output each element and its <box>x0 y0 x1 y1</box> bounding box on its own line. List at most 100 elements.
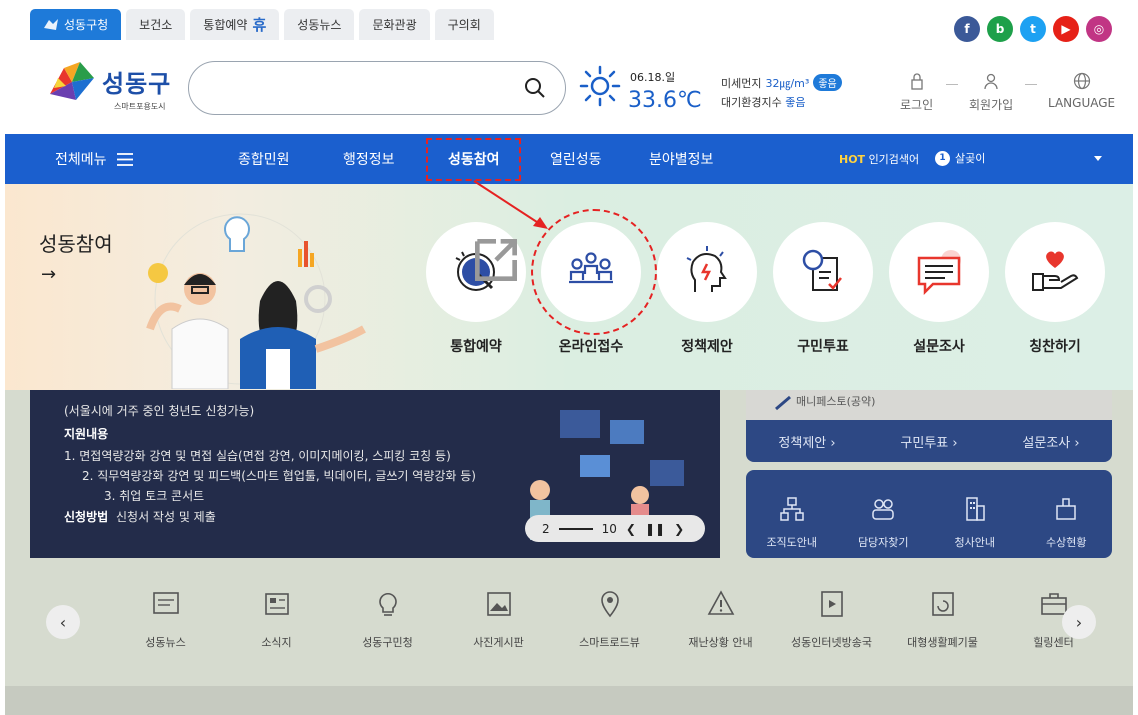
tile-org-chart[interactable]: 조직도안내 <box>746 470 838 558</box>
newsletter-icon <box>264 593 289 615</box>
link-survey[interactable]: 설문조사 › <box>990 432 1112 451</box>
banner-text: 3. 취업 토크 콘서트 <box>104 489 205 503</box>
quick-label: 재난상황 안내 <box>688 636 753 649</box>
login-link[interactable]: 로그인 <box>900 72 933 113</box>
tab-integrated-reservation[interactable]: 통합예약 휴 <box>190 9 280 40</box>
menu-icon-circle <box>657 222 757 322</box>
globe-icon <box>1073 72 1090 90</box>
quick-large-waste[interactable]: 대형생활폐기물 <box>887 588 998 650</box>
youtube-icon[interactable]: ▶ <box>1053 16 1079 42</box>
next-icon[interactable]: ❯ <box>674 522 684 536</box>
language-link[interactable]: LANGUAGE <box>1048 72 1115 110</box>
menu-icon-circle <box>426 222 526 322</box>
pager-progress <box>558 527 593 530</box>
quick-next-button[interactable]: › <box>1062 605 1096 639</box>
main-nav: 전체메뉴 종합민원 행정정보 성동참여 열린성동 분야별정보 HOT 인기검색어… <box>5 134 1133 184</box>
banner-heading: 신청방법 <box>64 510 109 524</box>
social-links: f b t ▶ ◎ <box>954 16 1112 42</box>
blog-icon[interactable]: b <box>987 16 1013 42</box>
chevron-right-icon: › <box>1075 612 1083 632</box>
tile-building-info[interactable]: 청사안내 <box>929 470 1021 558</box>
banner-pager: 2 10 ❮ ❚❚ ❯ <box>525 515 705 542</box>
quick-resident-hall[interactable]: 성동구민청 <box>332 588 443 650</box>
pager-total: 10 <box>601 521 617 536</box>
menu-icon-circle <box>1005 222 1105 322</box>
prev-icon[interactable]: ❮ <box>626 522 636 536</box>
tab-news[interactable]: 성동뉴스 <box>284 9 355 40</box>
menu-policy-proposal[interactable]: 정책제안 <box>657 222 757 356</box>
menu-survey[interactable]: 설문조사 <box>889 222 989 356</box>
tile-label: 청사안내 <box>954 536 995 549</box>
tab-label: 문화관광 <box>372 18 417 32</box>
quick-label: 소식지 <box>261 636 292 649</box>
pause-icon[interactable]: ❚❚ <box>645 522 665 536</box>
menu-icon-circle <box>773 222 873 322</box>
all-menu-button[interactable]: 전체메뉴 <box>55 149 133 169</box>
recycle-icon <box>931 592 954 616</box>
logo-subtitle: 스마트포용도시 <box>114 102 166 111</box>
nav-civil-service[interactable]: 종합민원 <box>238 149 290 169</box>
quick-smart-roadview[interactable]: 스마트로드뷰 <box>554 588 665 650</box>
menu-resident-vote[interactable]: 구민투표 <box>773 222 873 356</box>
quick-prev-button[interactable]: ‹ <box>46 605 80 639</box>
nav-admin-info[interactable]: 행정정보 <box>343 149 395 169</box>
divider <box>946 84 958 85</box>
photo-icon <box>486 592 511 616</box>
top-tabs: 성동구청 보건소 통합예약 휴 성동뉴스 문화관광 구의회 <box>30 9 494 40</box>
index-value: 좋음 <box>785 96 806 109</box>
tile-awards[interactable]: 수상현황 <box>1021 470 1113 558</box>
tile-label: 담당자찾기 <box>857 536 909 549</box>
org-chart-icon <box>780 497 804 521</box>
tab-label: 통합예약 <box>203 18 248 32</box>
lightbulb-icon <box>378 593 397 616</box>
banner-text: 신청서 작성 및 제출 <box>116 510 216 524</box>
arrow-right-icon[interactable]: → <box>41 264 56 285</box>
quick-disaster-info[interactable]: 재난상황 안내 <box>665 588 776 650</box>
site-logo[interactable]: 성동구 스마트포용도시 <box>46 60 176 115</box>
hue-badge: 휴 <box>252 16 267 34</box>
survey-icon <box>917 250 961 296</box>
menu-icon-circle <box>889 222 989 322</box>
tile-label: 조직도안내 <box>766 536 818 549</box>
quick-internet-broadcast[interactable]: 성동인터넷방송국 <box>776 588 887 650</box>
tab-district-council[interactable]: 구의회 <box>434 9 494 40</box>
join-link[interactable]: 회원가입 <box>969 72 1013 113</box>
tab-seongdong-office[interactable]: 성동구청 <box>30 9 122 40</box>
language-label: LANGUAGE <box>1048 96 1116 110</box>
link-policy-proposal[interactable]: 정책제안 › <box>746 432 868 451</box>
manifesto-link[interactable]: 매니페스토(공약) <box>796 393 875 409</box>
map-pin-icon <box>600 591 619 618</box>
link-resident-vote[interactable]: 구민투표 › <box>868 432 990 451</box>
hot-keyword[interactable]: 1 살곶이 <box>935 150 985 166</box>
instagram-icon[interactable]: ◎ <box>1086 16 1112 42</box>
hot-keyword-text: 살곶이 <box>955 152 986 165</box>
nav-open-seongdong[interactable]: 열린성동 <box>550 149 602 169</box>
quick-newsletter[interactable]: 소식지 <box>221 588 332 650</box>
index-label: 대기환경지수 <box>721 96 782 109</box>
banner-text: 2. 직무역량강화 강연 및 피드백(스마트 협업툴, 빅데이터, 글쓰기 역량… <box>82 469 476 483</box>
nav-field-info[interactable]: 분야별정보 <box>649 149 713 169</box>
quick-label: 성동구민청 <box>362 636 413 649</box>
highlight-box <box>426 138 521 181</box>
search-icon[interactable] <box>523 76 547 100</box>
search-input[interactable] <box>188 61 566 115</box>
dust-grade-badge: 좋음 <box>813 74 842 91</box>
quick-photo-board[interactable]: 사진게시판 <box>443 588 554 650</box>
page: 성동구청 보건소 통합예약 휴 성동뉴스 문화관광 구의회 f b t ▶ ◎ 성… <box>0 0 1138 715</box>
tab-health-center[interactable]: 보건소 <box>126 9 186 40</box>
banner-heading: 지원내용 <box>64 427 109 441</box>
quick-label: 성동인터넷방송국 <box>791 636 872 649</box>
login-label: 로그인 <box>900 98 934 112</box>
menu-label: 설문조사 <box>913 339 965 355</box>
tile-find-staff[interactable]: 담당자찾기 <box>838 470 930 558</box>
chevron-down-icon[interactable] <box>1094 156 1102 161</box>
menu-integrated-reservation[interactable]: 통합예약 <box>426 222 526 356</box>
dust-value: 32㎍/m³ <box>765 76 810 90</box>
warning-icon <box>707 590 734 615</box>
twitter-icon[interactable]: t <box>1020 16 1046 42</box>
staff-icon <box>872 499 894 520</box>
facebook-icon[interactable]: f <box>954 16 980 42</box>
tab-culture-tourism[interactable]: 문화관광 <box>359 9 430 40</box>
quick-news[interactable]: 성동뉴스 <box>110 588 221 650</box>
menu-praise[interactable]: 칭찬하기 <box>1005 222 1105 356</box>
